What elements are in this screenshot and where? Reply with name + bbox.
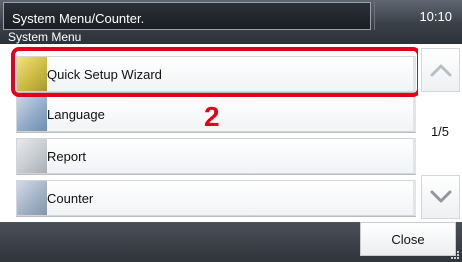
menu-item-counter[interactable]: Counter [16, 180, 416, 216]
report-icon [17, 139, 47, 173]
menu-item-label: Language [47, 107, 105, 122]
clock: 10:10 [419, 9, 452, 24]
menu-item-label: Report [47, 149, 87, 164]
chevron-up-icon [430, 64, 451, 77]
scroll-up-button[interactable] [421, 48, 460, 92]
menu-item-report[interactable]: Report [16, 138, 416, 174]
close-button[interactable]: Close [360, 222, 456, 256]
language-icon [17, 97, 47, 131]
scroll-down-button[interactable] [421, 175, 460, 219]
window-title: System Menu/Counter. [12, 11, 145, 26]
step-number: 2 [204, 101, 220, 132]
system-menu-screen: System Menu/Counter. 10:10 System Menu Q… [0, 0, 462, 262]
menu-item-label: Counter [47, 191, 94, 206]
highlight-box [11, 47, 421, 97]
header-bar: System Menu/Counter. 10:10 System Menu [0, 0, 462, 44]
breadcrumb: System Menu [8, 30, 82, 44]
footer-bar: Close [0, 222, 462, 262]
header-divider [374, 2, 375, 30]
resize-grip-icon [451, 251, 459, 259]
page-indicator: 1/5 [430, 124, 450, 139]
scrollbar: 1/5 [418, 44, 462, 224]
chevron-down-icon [430, 190, 451, 203]
counter-icon [17, 181, 47, 215]
title-box: System Menu/Counter. [3, 2, 371, 30]
